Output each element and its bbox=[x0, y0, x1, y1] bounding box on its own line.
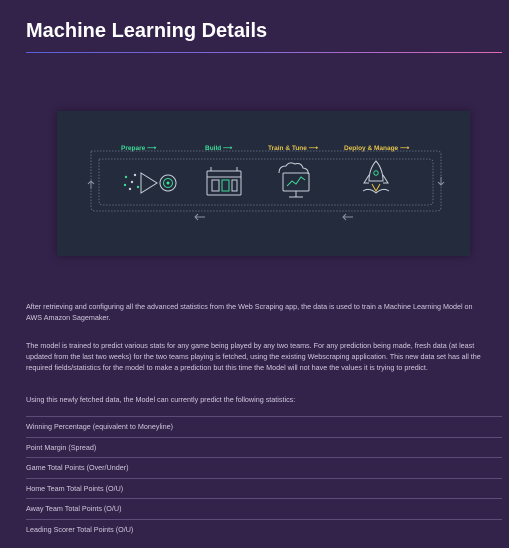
pipeline-diagram bbox=[87, 150, 445, 221]
page-title: Machine Learning Details bbox=[26, 20, 268, 42]
title-divider bbox=[26, 52, 502, 53]
build-icon bbox=[206, 167, 242, 196]
list-item: Away Team Total Points (O/U) bbox=[26, 498, 502, 519]
train-tune-icon bbox=[278, 162, 310, 198]
stage-label-prepare: Prepare ⟶ bbox=[121, 145, 157, 152]
list-item: Leading Scorer Total Points (O/U) bbox=[26, 518, 502, 540]
stage-label-build: Build ⟶ bbox=[205, 145, 233, 152]
ml-pipeline-figure: Prepare ⟶ Build ⟶ Train & Tune ⟶ Deploy … bbox=[57, 111, 470, 256]
stats-intro-paragraph: Using this newly fetched data, the Model… bbox=[26, 395, 296, 404]
predicted-stats-list: Winning Percentage (equivalent to Moneyl… bbox=[26, 416, 502, 539]
model-paragraph: The model is trained to predict various … bbox=[26, 341, 481, 372]
list-item: Winning Percentage (equivalent to Moneyl… bbox=[26, 416, 502, 437]
deploy-manage-icon bbox=[362, 160, 390, 194]
list-item: Point Margin (Spread) bbox=[26, 436, 502, 458]
intro-paragraph: After retrieving and configuring all the… bbox=[26, 302, 473, 322]
list-item: Home Team Total Points (O/U) bbox=[26, 477, 502, 499]
list-item: Game Total Points (Over/Under) bbox=[26, 457, 502, 478]
stage-label-deploy-manage: Deploy & Manage ⟶ bbox=[344, 145, 410, 152]
stage-label-train-tune: Train & Tune ⟶ bbox=[268, 145, 319, 152]
ml-details-page: Machine Learning Details Prepare ⟶ Build… bbox=[0, 0, 509, 548]
prepare-icon bbox=[123, 172, 177, 194]
flow-path bbox=[90, 150, 442, 212]
